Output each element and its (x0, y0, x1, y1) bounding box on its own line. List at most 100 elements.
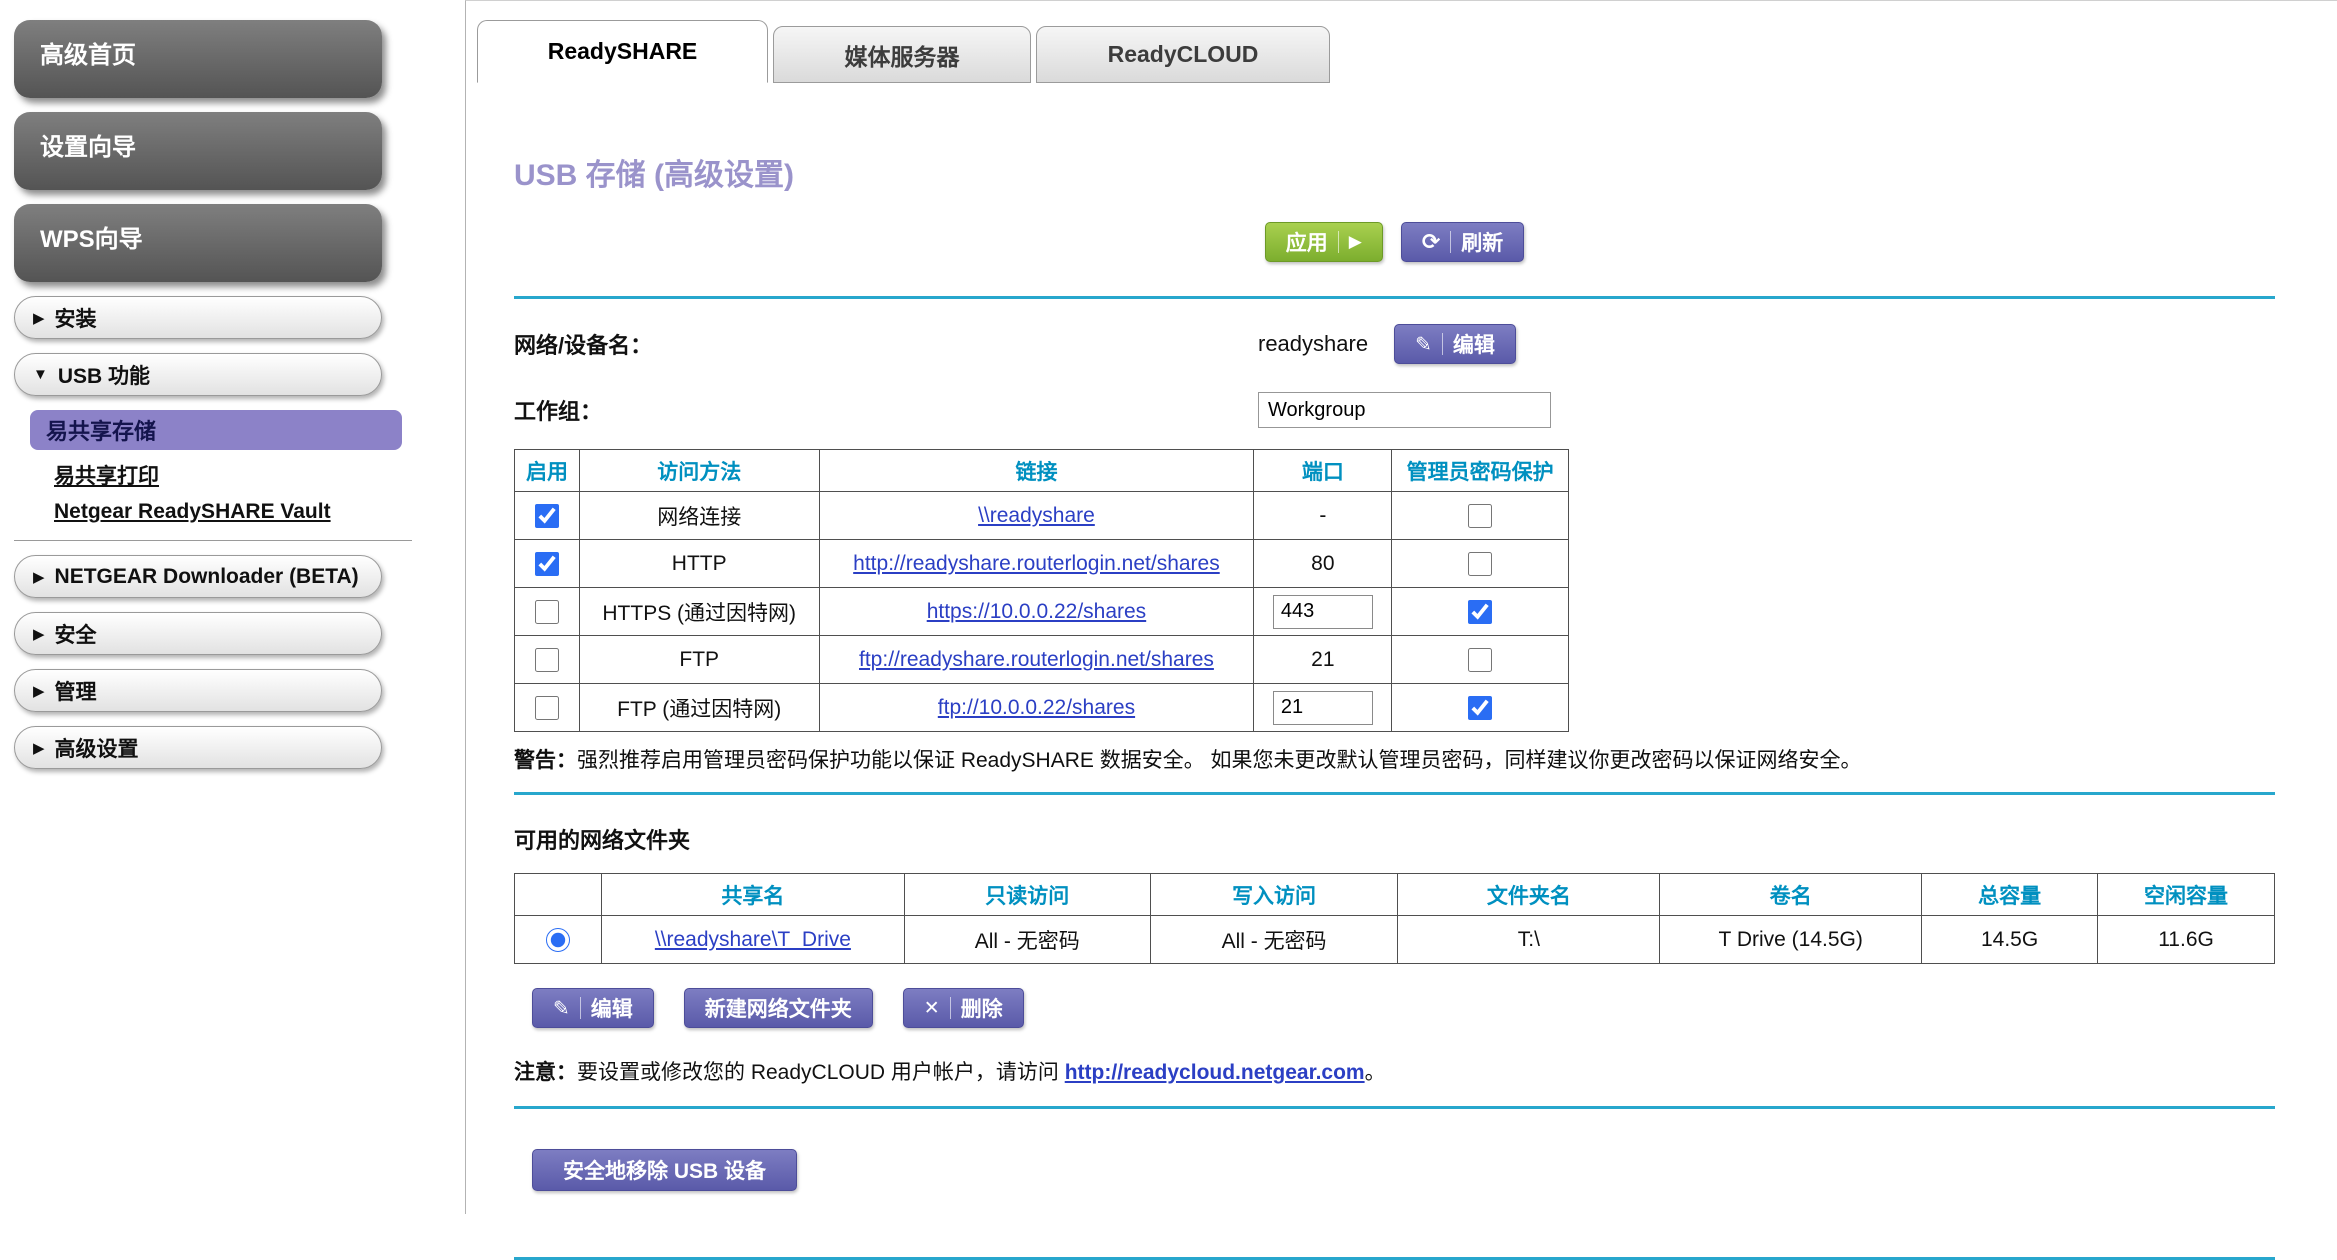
workgroup-row: 工作组： (514, 389, 2275, 431)
access-link[interactable]: https://10.0.0.22/shares (927, 600, 1146, 623)
column-header-enable: 启用 (515, 450, 580, 492)
share-name-link[interactable]: \\readyshare\T_Drive (655, 928, 851, 951)
folder-select-radio[interactable] (546, 928, 570, 952)
total-capacity-cell: 14.5G (1922, 916, 2098, 964)
sidebar-item-administration[interactable]: ▶ 管理 (14, 669, 382, 712)
delete-folder-label: 删除 (961, 993, 1003, 1023)
folder-name-cell: T:\ (1398, 916, 1660, 964)
apply-button[interactable]: 应用 ▶ (1265, 222, 1383, 262)
edit-device-name-button[interactable]: ✎ 编辑 (1394, 324, 1516, 364)
sidebar-item-advanced-settings[interactable]: ▶ 高级设置 (14, 726, 382, 769)
tab-media-server[interactable]: 媒体服务器 (773, 26, 1031, 83)
column-header-folder-name: 文件夹名 (1398, 874, 1660, 916)
content-area: USB 存储 (高级设置) 应用 ▶ ⟳ 刷新 网络/设备名： readysha… (466, 150, 2337, 1260)
device-name-row: 网络/设备名： readyshare ✎ 编辑 (514, 323, 2275, 365)
tab-readycloud[interactable]: ReadyCLOUD (1036, 26, 1330, 83)
page-title: USB 存储 (高级设置) (514, 150, 2275, 194)
sidebar-item-readyshare-storage[interactable]: 易共享存储 (30, 410, 402, 450)
separator-rule (514, 1106, 2275, 1109)
collapsed-arrow-icon: ▶ (33, 739, 45, 757)
button-divider (1442, 333, 1443, 355)
router-admin-page: 高级首页 设置向导 WPS向导 ▶ 安装 ▼ USB 功能 易共享存储 易共享打… (0, 0, 2337, 1214)
refresh-icon: ⟳ (1422, 231, 1440, 253)
tab-readyshare[interactable]: ReadySHARE (477, 20, 768, 83)
access-method-cell: 网络连接 (579, 492, 819, 540)
sidebar-item-setup[interactable]: ▶ 安装 (14, 296, 382, 339)
delete-x-icon: ✕ (924, 997, 940, 1020)
usb-submenu: 易共享存储 易共享打印 Netgear ReadySHARE Vault (14, 410, 465, 524)
new-network-folder-button[interactable]: 新建网络文件夹 (684, 988, 873, 1028)
column-header-read-access: 只读访问 (904, 874, 1150, 916)
refresh-button-label: 刷新 (1461, 227, 1503, 257)
password-protect-checkbox[interactable] (1468, 552, 1492, 576)
sidebar-item-label: USB 功能 (58, 360, 150, 390)
device-name-value: readyshare (1258, 331, 1368, 357)
sidebar-item-label: 安全 (55, 619, 97, 649)
write-access-cell: All - 无密码 (1150, 916, 1398, 964)
device-name-label: 网络/设备名： (514, 328, 1258, 360)
expanded-arrow-icon: ▼ (33, 366, 48, 383)
folder-actions: ✎ 编辑 新建网络文件夹 ✕ 删除 (514, 988, 2275, 1028)
sidebar-item-netgear-downloader[interactable]: ▶ NETGEAR Downloader (BETA) (14, 555, 382, 598)
port-cell: - (1254, 492, 1392, 540)
access-link[interactable]: http://readyshare.routerlogin.net/shares (853, 552, 1220, 575)
apply-button-label: 应用 (1286, 227, 1328, 257)
enable-checkbox[interactable] (535, 504, 559, 528)
workgroup-input[interactable] (1258, 392, 1551, 428)
access-method-cell: FTP (579, 636, 819, 684)
port-cell: 80 (1254, 540, 1392, 588)
column-header-select (515, 874, 602, 916)
enable-checkbox[interactable] (535, 648, 559, 672)
sidebar-button-setup-wizard[interactable]: 设置向导 (14, 112, 382, 190)
sidebar-button-wps-wizard[interactable]: WPS向导 (14, 204, 382, 282)
edit-folder-button[interactable]: ✎ 编辑 (532, 988, 654, 1028)
remove-usb-label: 安全地移除 USB 设备 (563, 1155, 766, 1185)
enable-checkbox[interactable] (535, 600, 559, 624)
column-header-total-capacity: 总容量 (1922, 874, 2098, 916)
readycloud-note: 注意：要设置或修改您的 ReadyCLOUD 用户帐户，请访问 http://r… (514, 1056, 2275, 1086)
button-divider (950, 997, 951, 1019)
network-folders-heading: 可用的网络文件夹 (514, 823, 2275, 855)
password-protect-checkbox[interactable] (1468, 504, 1492, 528)
sidebar-button-label: 高级首页 (40, 42, 136, 69)
sidebar-item-readyshare-vault[interactable]: Netgear ReadySHARE Vault (54, 500, 465, 524)
access-methods-table: 启用 访问方法 链接 端口 管理员密码保护 网络连接 \\readyshare … (514, 449, 1569, 732)
access-method-cell: HTTPS (通过因特网) (579, 588, 819, 636)
safely-remove-usb-button[interactable]: 安全地移除 USB 设备 (532, 1149, 797, 1191)
port-input[interactable] (1273, 595, 1373, 629)
port-input[interactable] (1273, 691, 1373, 725)
column-header-free-capacity: 空闲容量 (2098, 874, 2275, 916)
pencil-icon: ✎ (553, 996, 570, 1021)
sidebar-button-advanced-home[interactable]: 高级首页 (14, 20, 382, 98)
table-row: FTP (通过因特网) ftp://10.0.0.22/shares (515, 684, 1569, 732)
button-divider (580, 997, 581, 1019)
password-protect-checkbox[interactable] (1468, 648, 1492, 672)
collapsed-arrow-icon: ▶ (33, 309, 45, 327)
new-folder-label: 新建网络文件夹 (705, 993, 852, 1023)
column-header-password: 管理员密码保护 (1392, 450, 1569, 492)
password-protect-checkbox[interactable] (1468, 600, 1492, 624)
access-link[interactable]: \\readyshare (978, 504, 1095, 527)
delete-folder-button[interactable]: ✕ 删除 (903, 988, 1024, 1028)
sidebar-item-usb-features[interactable]: ▼ USB 功能 (14, 353, 382, 396)
sidebar-item-security[interactable]: ▶ 安全 (14, 612, 382, 655)
table-header-row: 启用 访问方法 链接 端口 管理员密码保护 (515, 450, 1569, 492)
sidebar-item-label: 安装 (55, 303, 97, 333)
table-row: FTP ftp://readyshare.routerlogin.net/sha… (515, 636, 1569, 684)
sidebar-button-label: 设置向导 (40, 134, 136, 161)
enable-checkbox[interactable] (535, 696, 559, 720)
refresh-button[interactable]: ⟳ 刷新 (1401, 222, 1524, 262)
volume-name-cell: T Drive (14.5G) (1660, 916, 1922, 964)
sidebar-item-readyshare-print[interactable]: 易共享打印 (54, 460, 465, 490)
enable-checkbox[interactable] (535, 552, 559, 576)
readycloud-link[interactable]: http://readycloud.netgear.com (1065, 1061, 1365, 1084)
column-header-link: 链接 (819, 450, 1254, 492)
note-prefix: 注意： (514, 1061, 577, 1084)
table-row: 网络连接 \\readyshare - (515, 492, 1569, 540)
access-link[interactable]: ftp://readyshare.routerlogin.net/shares (859, 648, 1214, 671)
access-method-cell: FTP (通过因特网) (579, 684, 819, 732)
access-link[interactable]: ftp://10.0.0.22/shares (938, 696, 1135, 719)
password-protect-checkbox[interactable] (1468, 696, 1492, 720)
separator-rule (514, 792, 2275, 795)
separator-rule (514, 296, 2275, 299)
